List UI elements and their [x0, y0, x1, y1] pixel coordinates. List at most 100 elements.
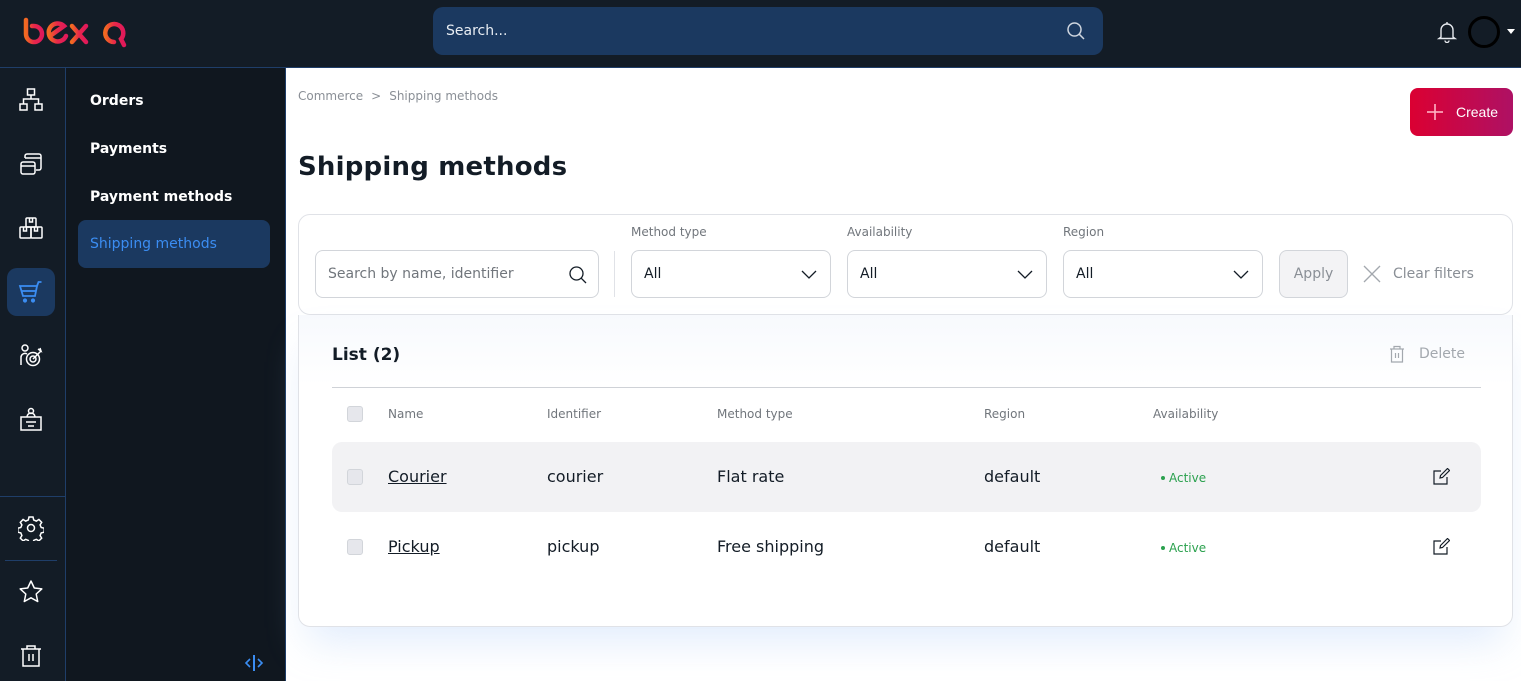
subnav-item-payment-methods[interactable]: Payment methods	[78, 173, 270, 221]
cards-icon	[20, 153, 42, 175]
row-identifier: courier	[547, 467, 604, 486]
clear-filters-button[interactable]: Clear filters	[1363, 250, 1474, 298]
select-value: All	[860, 266, 878, 282]
close-icon	[1363, 265, 1381, 283]
cart-icon	[18, 281, 42, 303]
global-search-input[interactable]	[433, 7, 1103, 55]
apply-button[interactable]: Apply	[1279, 250, 1348, 298]
create-button[interactable]: Create	[1410, 88, 1513, 136]
ibexa-logo[interactable]	[14, 14, 132, 50]
page-title: Shipping methods	[298, 152, 568, 182]
filters-panel: Method type All Availability All Region …	[298, 214, 1513, 315]
status-dot	[1161, 546, 1165, 550]
column-header-availability[interactable]: Availability	[1153, 407, 1218, 421]
clear-filters-label: Clear filters	[1393, 266, 1474, 282]
bell-icon[interactable]	[1437, 21, 1457, 43]
column-header-method-type[interactable]: Method type	[717, 407, 793, 421]
filter-divider	[614, 251, 615, 297]
select-value: All	[1076, 266, 1094, 282]
avatar[interactable]	[1468, 16, 1500, 48]
select-all-checkbox[interactable]	[347, 406, 363, 422]
subnav-item-orders[interactable]: Orders	[78, 77, 270, 125]
main-menu-rail	[0, 68, 66, 681]
chevron-down-icon	[1233, 270, 1249, 279]
column-header-name[interactable]: Name	[388, 407, 423, 421]
rail-item-admin[interactable]	[7, 396, 55, 444]
row-identifier: pickup	[547, 537, 600, 556]
subnav-item-payments[interactable]: Payments	[78, 125, 270, 173]
status-badge: Active	[1161, 471, 1206, 485]
star-icon	[19, 580, 43, 603]
filter-search[interactable]	[315, 250, 599, 298]
row-region: default	[984, 537, 1041, 556]
row-name-link[interactable]: Courier	[388, 467, 447, 486]
user-target-icon	[20, 344, 43, 367]
search-icon[interactable]	[568, 265, 588, 285]
subnav-item-label: Orders	[90, 93, 144, 109]
filter-availability: Availability All	[847, 225, 1047, 298]
filter-label: Method type	[631, 225, 707, 239]
region-select[interactable]: All	[1063, 250, 1263, 298]
row-name-link[interactable]: Pickup	[388, 537, 440, 556]
rail-item-catalog[interactable]	[7, 204, 55, 252]
collapse-menu-icon[interactable]	[244, 654, 264, 672]
list-panel: List (2) Delete Name Identifier Method t…	[298, 315, 1513, 627]
filter-search-input[interactable]	[316, 251, 598, 297]
subnav-item-shipping-methods[interactable]: Shipping methods	[78, 220, 270, 268]
filter-label: Availability	[847, 225, 913, 239]
briefcase-user-icon	[20, 407, 42, 431]
row-method-type: Free shipping	[717, 537, 825, 556]
trash-icon	[21, 645, 41, 667]
edit-icon[interactable]	[1432, 468, 1450, 486]
list-divider	[332, 387, 1481, 388]
top-bar	[0, 0, 1521, 68]
filter-method-type: Method type All	[631, 225, 831, 298]
status-label: Active	[1169, 471, 1207, 485]
rail-item-settings[interactable]	[7, 504, 55, 552]
chevron-down-icon	[801, 270, 817, 279]
rail-divider	[0, 496, 65, 497]
select-value: All	[644, 266, 662, 282]
subnav-item-label: Payment methods	[90, 189, 233, 205]
rail-item-content-structure[interactable]	[7, 76, 55, 124]
edit-icon[interactable]	[1432, 538, 1450, 556]
table-row: Courier courier Flat rate default Active	[332, 442, 1481, 512]
rail-item-bookmarks[interactable]	[7, 568, 55, 616]
secondary-menu: Orders Payments Payment methods Shipping…	[66, 68, 286, 681]
rail-item-forms[interactable]	[7, 140, 55, 188]
status-dot	[1161, 476, 1165, 480]
delete-button[interactable]: Delete	[1389, 345, 1465, 363]
filter-label: Region	[1063, 225, 1105, 239]
row-checkbox[interactable]	[347, 469, 363, 485]
availability-select[interactable]: All	[847, 250, 1047, 298]
breadcrumb: Commerce > Shipping methods	[298, 89, 498, 103]
trash-icon	[1390, 345, 1404, 363]
list-title: List (2)	[332, 345, 401, 365]
status-badge: Active	[1161, 541, 1206, 555]
column-header-identifier[interactable]: Identifier	[547, 407, 601, 421]
rail-item-customer-portal[interactable]	[7, 332, 55, 380]
boxes-icon	[19, 217, 43, 239]
column-header-region[interactable]: Region	[984, 407, 1025, 421]
plus-icon	[1427, 104, 1443, 120]
search-icon[interactable]	[1066, 21, 1086, 41]
global-search[interactable]	[433, 7, 1103, 55]
filter-region: Region All	[1063, 225, 1263, 298]
table-row: Pickup pickup Free shipping default Acti…	[332, 512, 1481, 582]
table-header: Name Identifier Method type Region Avail…	[332, 405, 1481, 425]
breadcrumb-item-current: Shipping methods	[389, 89, 498, 103]
chevron-down-icon	[1017, 270, 1033, 279]
subnav-item-label: Payments	[90, 141, 168, 157]
delete-label: Delete	[1419, 346, 1465, 362]
rail-item-commerce[interactable]	[7, 268, 55, 316]
create-button-label: Create	[1456, 104, 1499, 120]
subnav-item-label: Shipping methods	[90, 236, 217, 252]
breadcrumb-item-commerce[interactable]: Commerce	[298, 89, 363, 103]
sitemap-icon	[19, 88, 43, 111]
rail-item-trash[interactable]	[7, 632, 55, 680]
row-method-type: Flat rate	[717, 467, 785, 486]
row-checkbox[interactable]	[347, 539, 363, 555]
gear-icon	[18, 516, 44, 541]
method-type-select[interactable]: All	[631, 250, 831, 298]
caret-down-icon[interactable]	[1507, 29, 1515, 34]
